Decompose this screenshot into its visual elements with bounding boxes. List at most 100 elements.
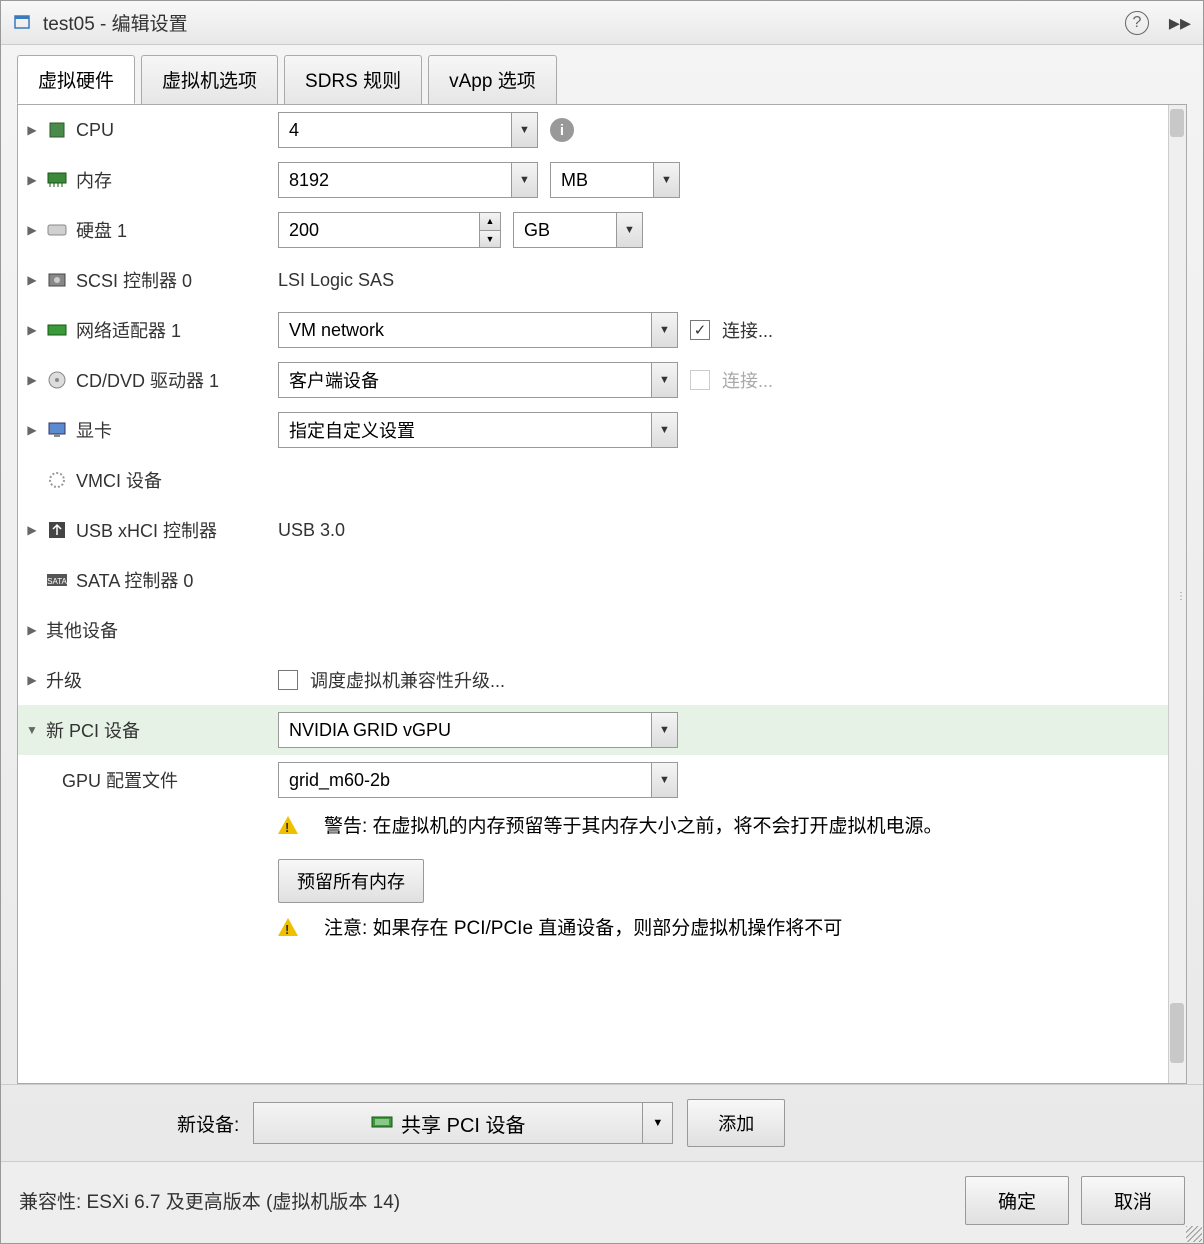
spinner-down-icon[interactable]: ▼ bbox=[480, 231, 500, 248]
dropdown-icon[interactable]: ▼ bbox=[653, 163, 679, 197]
content-panel: ▶ CPU 4 ▼ i ▶ 内存 bbox=[17, 104, 1187, 1084]
row-cddvd: ▶ CD/DVD 驱动器 1 客户端设备 ▼ 连接... bbox=[18, 355, 1186, 405]
dropdown-icon[interactable]: ▼ bbox=[651, 363, 677, 397]
memory-value-select[interactable]: 8192 ▼ bbox=[278, 162, 538, 198]
sata-label: SATA 控制器 0 bbox=[76, 567, 193, 593]
scsi-label: SCSI 控制器 0 bbox=[76, 267, 192, 293]
disk-size-input[interactable] bbox=[279, 213, 479, 247]
usb-label: USB xHCI 控制器 bbox=[76, 517, 217, 543]
disk-size-spinner[interactable]: ▲▼ bbox=[278, 212, 501, 248]
expand-scsi-icon[interactable]: ▶ bbox=[26, 273, 38, 287]
disk-unit-select[interactable]: GB ▼ bbox=[513, 212, 643, 248]
row-usb: ▶ USB xHCI 控制器 USB 3.0 bbox=[18, 505, 1186, 555]
cddvd-icon bbox=[46, 369, 68, 391]
compatibility-text: 兼容性: ESXi 6.7 及更高版本 (虚拟机版本 14) bbox=[19, 1187, 400, 1214]
usb-value: USB 3.0 bbox=[278, 520, 345, 541]
dropdown-icon[interactable]: ▼ bbox=[651, 713, 677, 747]
other-label: 其他设备 bbox=[46, 617, 118, 643]
dropdown-icon[interactable]: ▼ bbox=[651, 413, 677, 447]
vmci-label: VMCI 设备 bbox=[76, 467, 162, 493]
row-warning-memory: 警告: 在虚拟机的内存预留等于其内存大小之前，将不会打开虚拟机电源。 bbox=[18, 805, 1186, 855]
row-scsi: ▶ SCSI 控制器 0 LSI Logic SAS bbox=[18, 255, 1186, 305]
disk-label: 硬盘 1 bbox=[76, 217, 127, 243]
expand-upgrade-icon[interactable]: ▶ bbox=[26, 673, 38, 687]
cddvd-select[interactable]: 客户端设备 ▼ bbox=[278, 362, 678, 398]
dropdown-icon[interactable]: ▼ bbox=[642, 1103, 672, 1143]
cpu-count-select[interactable]: 4 ▼ bbox=[278, 112, 538, 148]
ok-button[interactable]: 确定 bbox=[965, 1176, 1069, 1225]
row-sata: ▶ SATA SATA 控制器 0 bbox=[18, 555, 1186, 605]
row-cpu: ▶ CPU 4 ▼ i bbox=[18, 105, 1186, 155]
expand-other-icon[interactable]: ▶ bbox=[26, 623, 38, 637]
warning-icon bbox=[278, 918, 298, 936]
network-connect-label: 连接... bbox=[722, 317, 773, 343]
dropdown-icon[interactable]: ▼ bbox=[511, 113, 537, 147]
svg-text:SATA: SATA bbox=[47, 577, 67, 586]
expand-memory-icon[interactable]: ▶ bbox=[26, 173, 38, 187]
pci-type-select[interactable]: NVIDIA GRID vGPU ▼ bbox=[278, 712, 678, 748]
info-icon[interactable]: i bbox=[550, 118, 574, 142]
upgrade-checkbox-label: 调度虚拟机兼容性升级... bbox=[310, 667, 505, 693]
scrollbar-thumb-top[interactable] bbox=[1170, 109, 1184, 137]
memory-unit-select[interactable]: MB ▼ bbox=[550, 162, 680, 198]
row-vmci: ▶ VMCI 设备 bbox=[18, 455, 1186, 505]
new-device-label: 新设备: bbox=[177, 1110, 239, 1137]
expand-cpu-icon[interactable]: ▶ bbox=[26, 123, 38, 137]
warning-pci-text: 注意: 如果存在 PCI/PCIe 直通设备，则部分虚拟机操作将不可 bbox=[310, 915, 842, 944]
cancel-button[interactable]: 取消 bbox=[1081, 1176, 1185, 1225]
cpu-label: CPU bbox=[76, 120, 114, 141]
add-device-button[interactable]: 添加 bbox=[687, 1099, 785, 1147]
spinner-up-icon[interactable]: ▲ bbox=[480, 213, 500, 231]
titlebar: test05 - 编辑设置 ? ▸▸ bbox=[1, 1, 1203, 45]
scsi-icon bbox=[46, 269, 68, 291]
expand-network-icon[interactable]: ▶ bbox=[26, 323, 38, 337]
video-select[interactable]: 指定自定义设置 ▼ bbox=[278, 412, 678, 448]
network-icon bbox=[46, 319, 68, 341]
new-device-select[interactable]: 共享 PCI 设备 ▼ bbox=[253, 1102, 673, 1144]
row-warning-pci: 注意: 如果存在 PCI/PCIe 直通设备，则部分虚拟机操作将不可 bbox=[18, 907, 1186, 957]
usb-icon bbox=[46, 519, 68, 541]
resize-handle-icon[interactable]: ⋮⋮ bbox=[1176, 594, 1186, 614]
dropdown-icon[interactable]: ▼ bbox=[651, 313, 677, 347]
expand-disk-icon[interactable]: ▶ bbox=[26, 223, 38, 237]
dialog-title: test05 - 编辑设置 bbox=[43, 9, 188, 36]
upgrade-checkbox[interactable] bbox=[278, 670, 298, 690]
network-select[interactable]: VM network ▼ bbox=[278, 312, 678, 348]
collapse-pci-icon[interactable]: ▼ bbox=[26, 723, 38, 737]
dropdown-icon[interactable]: ▼ bbox=[616, 213, 642, 247]
tab-vm-options[interactable]: 虚拟机选项 bbox=[141, 55, 278, 104]
scrollbar-thumb[interactable] bbox=[1170, 1003, 1184, 1063]
edit-settings-dialog: test05 - 编辑设置 ? ▸▸ 虚拟硬件 虚拟机选项 SDRS 规则 vA… bbox=[0, 0, 1204, 1244]
resize-grip-icon[interactable] bbox=[1186, 1226, 1202, 1242]
row-upgrade: ▶ 升级 调度虚拟机兼容性升级... bbox=[18, 655, 1186, 705]
gpu-profile-select[interactable]: grid_m60-2b ▼ bbox=[278, 762, 678, 798]
expand-cddvd-icon[interactable]: ▶ bbox=[26, 373, 38, 387]
warning-memory-text: 警告: 在虚拟机的内存预留等于其内存大小之前，将不会打开虚拟机电源。 bbox=[310, 813, 943, 842]
help-icon[interactable]: ? bbox=[1125, 11, 1149, 35]
scsi-value: LSI Logic SAS bbox=[278, 270, 394, 291]
memory-label: 内存 bbox=[76, 167, 112, 193]
tab-vapp-options[interactable]: vApp 选项 bbox=[428, 55, 557, 104]
pci-card-icon bbox=[371, 1112, 393, 1134]
expand-usb-icon[interactable]: ▶ bbox=[26, 523, 38, 537]
cddvd-label: CD/DVD 驱动器 1 bbox=[76, 367, 219, 393]
reserve-memory-button[interactable]: 预留所有内存 bbox=[278, 859, 424, 903]
dropdown-icon[interactable]: ▼ bbox=[511, 163, 537, 197]
dropdown-icon[interactable]: ▼ bbox=[651, 763, 677, 797]
disk-icon bbox=[46, 219, 68, 241]
expand-video-icon[interactable]: ▶ bbox=[26, 423, 38, 437]
hardware-list: ▶ CPU 4 ▼ i ▶ 内存 bbox=[18, 105, 1186, 1083]
vmci-icon bbox=[46, 469, 68, 491]
row-new-pci: ▼ 新 PCI 设备 NVIDIA GRID vGPU ▼ bbox=[18, 705, 1186, 755]
gpu-profile-label: GPU 配置文件 bbox=[62, 767, 178, 793]
expand-arrows-icon[interactable]: ▸▸ bbox=[1169, 10, 1191, 36]
tab-sdrs-rules[interactable]: SDRS 规则 bbox=[284, 55, 422, 104]
row-reserve-memory: 预留所有内存 bbox=[18, 855, 1186, 907]
video-label: 显卡 bbox=[76, 417, 112, 443]
cddvd-connect-checkbox bbox=[690, 370, 710, 390]
network-connect-checkbox[interactable]: ✓ bbox=[690, 320, 710, 340]
memory-icon bbox=[46, 169, 68, 191]
row-gpu-profile: ▶ GPU 配置文件 grid_m60-2b ▼ bbox=[18, 755, 1186, 805]
new-device-value: 共享 PCI 设备 bbox=[401, 1109, 525, 1138]
tab-virtual-hardware[interactable]: 虚拟硬件 bbox=[17, 55, 135, 104]
